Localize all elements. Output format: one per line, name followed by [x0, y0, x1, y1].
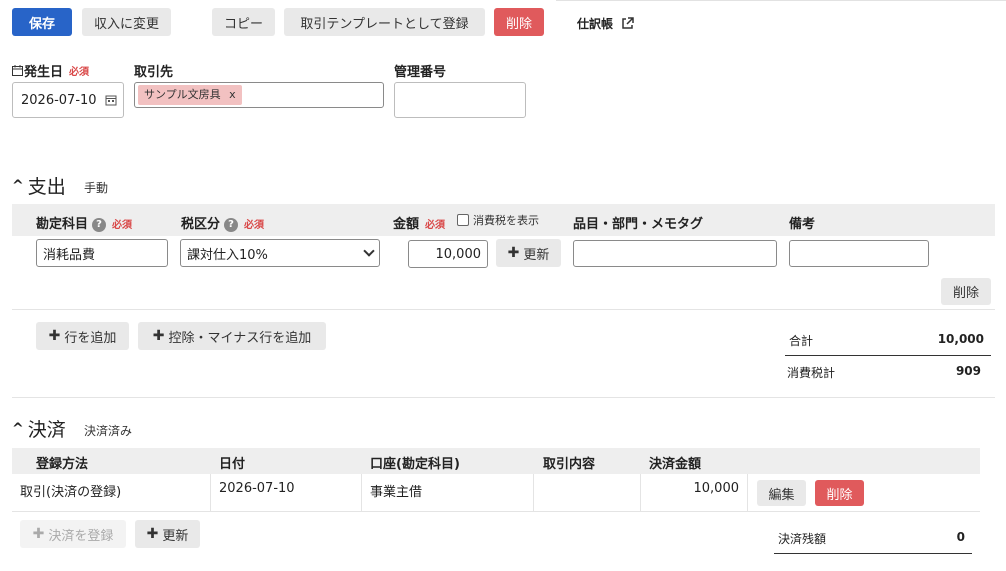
calendar-picker-icon[interactable]: [105, 94, 117, 106]
payment-amount: 10,000: [693, 481, 740, 496]
payment-account: 事業主借: [370, 485, 423, 500]
account-input[interactable]: [36, 239, 168, 267]
total-divider: [785, 355, 991, 356]
expense-section-toggle[interactable]: ^ 支出: [12, 172, 66, 199]
register-template-button[interactable]: 取引テンプレートとして登録: [284, 8, 485, 36]
account-header: 勘定科目? 必須: [36, 217, 133, 232]
note-header: 備考: [789, 217, 816, 232]
payment-title: 決済: [27, 419, 66, 441]
update-payment-button[interactable]: ✚ 更新: [135, 520, 200, 548]
delete-payment-button[interactable]: 削除: [815, 480, 864, 506]
payment-row-divider: [12, 511, 980, 512]
journal-link[interactable]: 仕訳帳: [577, 15, 634, 32]
chevron-up-icon: ^: [12, 177, 24, 194]
row-divider: [12, 309, 995, 310]
note-input[interactable]: [789, 240, 929, 267]
item-tag-input[interactable]: [573, 240, 777, 267]
tax-select[interactable]: 課対仕入10%: [180, 239, 380, 267]
help-icon[interactable]: ?: [92, 218, 107, 232]
payment-balance-value: 0: [956, 530, 965, 544]
column-divider: [210, 474, 211, 511]
partner-label: 取引先: [134, 65, 174, 80]
management-number-label: 管理番号: [394, 65, 447, 80]
delete-button[interactable]: 削除: [494, 8, 544, 36]
column-divider: [533, 474, 534, 511]
item-header: 品目・部門・メモタグ: [573, 217, 704, 232]
total-value: 10,000: [937, 332, 984, 346]
payment-date-header: 日付: [219, 457, 246, 472]
show-tax-checkbox[interactable]: [457, 214, 469, 226]
balance-divider: [774, 553, 972, 554]
partner-tag: サンプル文房具 x: [138, 85, 242, 105]
plus-icon: ✚: [507, 245, 520, 261]
payment-header-row: [12, 448, 980, 474]
plus-icon: ✚: [48, 328, 61, 344]
date-input[interactable]: 2026-07-10: [12, 82, 124, 118]
update-amount-button[interactable]: ✚ 更新: [496, 239, 561, 267]
payment-amount-header: 決済金額: [649, 457, 702, 472]
external-link-icon: [622, 17, 634, 29]
plus-icon: ✚: [32, 526, 45, 542]
chevron-up-icon: ^: [12, 420, 24, 437]
plus-icon: ✚: [146, 526, 159, 542]
change-to-income-button[interactable]: 収入に変更: [82, 8, 171, 36]
column-divider: [640, 474, 641, 511]
tax-total-label: 消費税計: [787, 366, 836, 380]
date-value: 2026-07-10: [21, 92, 97, 108]
required-badge: 必須: [69, 67, 90, 78]
tax-header: 税区分? 必須: [181, 217, 265, 232]
plus-icon: ✚: [152, 328, 165, 344]
edit-payment-button[interactable]: 編集: [757, 480, 806, 506]
column-divider: [747, 474, 748, 511]
payment-status: 決済済み: [84, 424, 133, 438]
amount-input[interactable]: [408, 240, 488, 268]
management-number-input[interactable]: [394, 82, 526, 118]
show-tax-toggle[interactable]: 消費税を表示: [457, 212, 539, 228]
payment-balance-label: 決済残額: [778, 532, 827, 546]
expense-mode: 手動: [84, 181, 109, 195]
payment-section-toggle[interactable]: ^ 決済: [12, 415, 66, 442]
payment-account-header: 口座(勘定科目): [370, 457, 460, 472]
tax-total-value: 909: [955, 364, 981, 378]
save-button[interactable]: 保存: [12, 8, 72, 36]
register-payment-button[interactable]: ✚ 決済を登録: [20, 520, 126, 548]
total-label: 合計: [789, 334, 814, 348]
copy-button[interactable]: コピー: [212, 8, 275, 36]
chevron-down-icon: [363, 245, 375, 257]
expense-title: 支出: [27, 176, 66, 198]
date-label: 発生日 必須: [12, 61, 89, 80]
payment-date: 2026-07-10: [219, 481, 295, 496]
journal-link-label: 仕訳帳: [577, 17, 614, 31]
help-icon[interactable]: ?: [224, 218, 239, 232]
payment-method: 取引(決済の登録): [20, 485, 122, 500]
column-divider: [361, 474, 362, 511]
amount-header: 金額 必須: [393, 217, 446, 232]
payment-content-header: 取引内容: [543, 457, 596, 472]
method-header: 登録方法: [36, 457, 89, 472]
top-divider: [556, 0, 1006, 1]
calendar-icon: [12, 65, 23, 76]
add-row-button[interactable]: ✚ 行を追加: [36, 322, 129, 350]
add-minus-row-button[interactable]: ✚ 控除・マイナス行を追加: [138, 322, 326, 350]
delete-row-button[interactable]: 削除: [941, 278, 991, 305]
partner-input[interactable]: サンプル文房具 x: [134, 82, 384, 108]
tag-remove-icon[interactable]: x: [229, 88, 236, 101]
section-divider: [12, 397, 995, 398]
